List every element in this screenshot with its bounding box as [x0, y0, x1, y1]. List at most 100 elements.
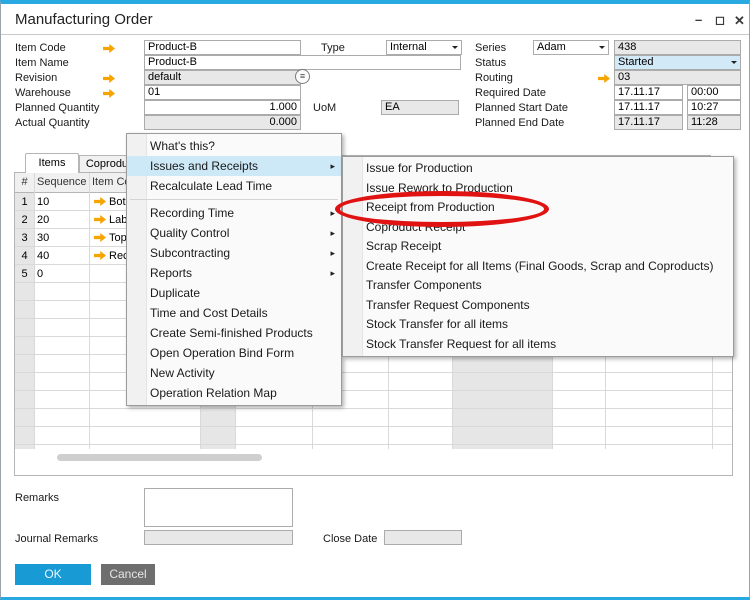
- menu-item-label: Open Operation Bind Form: [150, 346, 295, 360]
- menu-item[interactable]: Operation Relation Map: [127, 383, 341, 403]
- row-number-cell: 2: [21, 214, 28, 226]
- table-row[interactable]: [15, 391, 732, 409]
- menu-item[interactable]: Duplicate: [127, 283, 341, 303]
- remarks-textarea[interactable]: [144, 488, 293, 527]
- revision-link-arrow-icon[interactable]: [103, 74, 115, 83]
- revision-field[interactable]: default: [144, 70, 301, 85]
- journal-remarks-field[interactable]: [144, 530, 293, 545]
- menu-item-label: Stock Transfer for all items: [366, 317, 509, 331]
- menu-item-label: Reports: [150, 266, 193, 280]
- planned-quantity-field[interactable]: 1.000: [144, 100, 301, 115]
- warehouse-link-arrow-icon[interactable]: [103, 89, 115, 98]
- menu-item[interactable]: Reports ▸: [127, 263, 341, 283]
- row-sequence-cell: 30: [37, 232, 50, 244]
- item-link-arrow-icon[interactable]: [94, 215, 106, 224]
- cancel-button[interactable]: Cancel: [101, 564, 155, 585]
- status-label: Status: [475, 57, 507, 69]
- menu-item[interactable]: Receipt from Production: [343, 198, 733, 218]
- table-row[interactable]: [15, 427, 732, 445]
- col-header-sequence[interactable]: Sequence: [37, 173, 87, 192]
- close-date-field[interactable]: [384, 530, 462, 545]
- planned-start-time-field[interactable]: 10:27: [687, 100, 741, 115]
- item-link-arrow-icon[interactable]: [94, 233, 106, 242]
- revision-list-icon[interactable]: ≡: [295, 69, 310, 84]
- item-link-arrow-icon[interactable]: [94, 197, 106, 206]
- menu-item[interactable]: Issues and Receipts ▸: [127, 156, 341, 176]
- warehouse-field[interactable]: 01: [144, 85, 301, 100]
- menu-item[interactable]: Create Receipt for all Items (Final Good…: [343, 257, 733, 277]
- menu-item[interactable]: Open Operation Bind Form: [127, 343, 341, 363]
- series-value: Adam: [537, 41, 566, 53]
- uom-label: UoM: [313, 102, 337, 114]
- row-number-cell: 3: [21, 232, 28, 244]
- planned-start-date-field[interactable]: 17.11.17: [614, 100, 683, 115]
- warehouse-label: Warehouse: [15, 87, 71, 99]
- menu-item-label: Create Semi-finished Products: [150, 326, 313, 340]
- tab-items[interactable]: Items: [25, 153, 79, 173]
- table-row[interactable]: [15, 409, 732, 427]
- menu-item[interactable]: Recording Time ▸: [127, 203, 341, 223]
- menu-item-label: Operation Relation Map: [150, 386, 277, 400]
- menu-item[interactable]: New Activity: [127, 363, 341, 383]
- item-code-field[interactable]: Product-B: [144, 40, 301, 55]
- horizontal-scrollbar[interactable]: [57, 454, 262, 461]
- menu-item[interactable]: Issue for Production: [343, 159, 733, 179]
- menu-item-label: Issue for Production: [366, 161, 473, 175]
- routing-field[interactable]: 03: [614, 70, 741, 85]
- series-label: Series: [475, 42, 507, 54]
- menu-item-label: What's this?: [150, 139, 215, 153]
- item-link-arrow-icon[interactable]: [94, 251, 106, 260]
- issues-and-receipts-submenu: Issue for Production Issue Rework to Prod…: [342, 156, 734, 357]
- actual-quantity-field[interactable]: 0.000: [144, 115, 301, 130]
- type-dropdown[interactable]: Internal: [386, 40, 462, 55]
- planned-end-time-field[interactable]: 11:28: [687, 115, 741, 130]
- menu-item-label: Transfer Components: [366, 278, 482, 292]
- status-dropdown[interactable]: Started: [614, 55, 741, 70]
- submenu-caret-icon: ▸: [330, 161, 335, 171]
- remarks-label: Remarks: [15, 492, 60, 504]
- title-separator: [1, 34, 749, 35]
- menu-item-label: Subcontracting: [150, 246, 231, 260]
- maximize-icon[interactable]: ◻: [715, 13, 725, 27]
- close-date-label: Close Date: [323, 533, 378, 545]
- table-row[interactable]: [15, 373, 732, 391]
- row-sequence-cell: 10: [37, 196, 50, 208]
- planned-end-date-field[interactable]: 17.11.17: [614, 115, 683, 130]
- required-time-field[interactable]: 00:00: [687, 85, 741, 100]
- minimize-icon[interactable]: –: [695, 12, 702, 27]
- required-date-field[interactable]: 17.11.17: [614, 85, 683, 100]
- menu-item[interactable]: What's this?: [127, 136, 341, 156]
- series-dropdown[interactable]: Adam: [533, 40, 609, 55]
- routing-label: Routing: [475, 72, 513, 84]
- menu-item[interactable]: Transfer Request Components: [343, 296, 733, 316]
- menu-item[interactable]: Recalculate Lead Time: [127, 176, 341, 196]
- menu-item[interactable]: Time and Cost Details: [127, 303, 341, 323]
- menu-item[interactable]: Stock Transfer for all items: [343, 315, 733, 335]
- item-name-field[interactable]: Product-B: [144, 55, 461, 70]
- menu-item-label: Scrap Receipt: [366, 239, 442, 253]
- menu-item-label: Recording Time: [150, 206, 235, 220]
- close-icon[interactable]: ✕: [734, 13, 745, 29]
- menu-item-label: Receipt from Production: [366, 200, 495, 214]
- menu-item[interactable]: Stock Transfer Request for all items: [343, 335, 733, 355]
- menu-item[interactable]: Issue Rework to Production: [343, 179, 733, 199]
- row-number-cell: 1: [21, 196, 28, 208]
- type-value: Internal: [390, 41, 427, 53]
- table-row[interactable]: [15, 355, 732, 373]
- row-sequence-cell: 0: [37, 268, 44, 280]
- menu-item[interactable]: Scrap Receipt: [343, 237, 733, 257]
- uom-field[interactable]: EA: [381, 100, 459, 115]
- menu-item-label: Issue Rework to Production: [366, 180, 513, 195]
- actual-quantity-label: Actual Quantity: [15, 117, 90, 129]
- menu-item[interactable]: Create Semi-finished Products: [127, 323, 341, 343]
- routing-link-arrow-icon[interactable]: [598, 74, 610, 83]
- menu-item[interactable]: Transfer Components: [343, 276, 733, 296]
- series-number-field[interactable]: 438: [614, 40, 741, 55]
- menu-item[interactable]: Coproduct Receipt: [343, 218, 733, 238]
- ok-button[interactable]: OK: [15, 564, 91, 585]
- row-sequence-cell: 40: [37, 250, 50, 262]
- menu-item[interactable]: Subcontracting ▸: [127, 243, 341, 263]
- menu-item[interactable]: Quality Control ▸: [127, 223, 341, 243]
- col-header-num[interactable]: #: [15, 173, 34, 192]
- item-code-link-arrow-icon[interactable]: [103, 44, 115, 53]
